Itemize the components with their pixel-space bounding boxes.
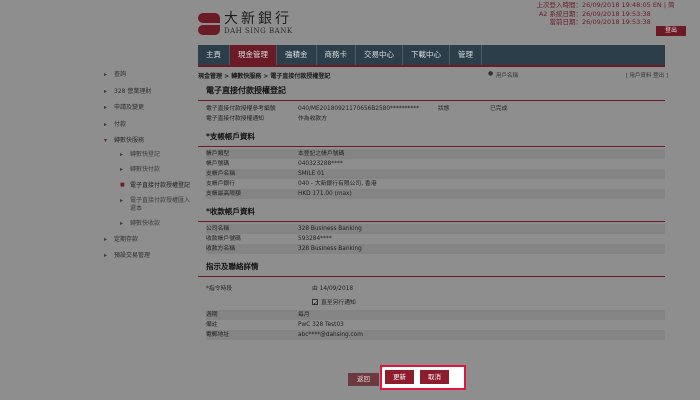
nav-download-center[interactable]: 下載中心: [403, 45, 450, 65]
reference-row: 電子直接付款授權參考編號 040/ME20180921170656B2580**…: [206, 106, 508, 112]
table-row: 電郵地址 abc****@dahsing.com: [206, 330, 665, 340]
sidebar-sub-fps-receive[interactable]: 轉數快收款: [120, 220, 194, 228]
nav-business-card[interactable]: 商務卡: [317, 45, 356, 65]
table-row: 支帳戶銀行 040 - 大新銀行有限公司, 香港: [206, 181, 377, 187]
payee-rows: 公司名稱 328 Business Banking 收款帳戶號碼 593284***…: [198, 222, 665, 254]
sidebar-sub-fps-payment[interactable]: 轉數快付款: [120, 166, 194, 174]
table-row: 支帳戶名稱 SMILE 01: [206, 169, 665, 179]
sidebar-item-time-deposit[interactable]: 定期存款: [104, 236, 194, 244]
sidebar-item-328-business[interactable]: 328 營業理財: [104, 88, 194, 96]
channel-row: 電子直接付款授權通知 作為收款方: [206, 116, 327, 122]
table-row: *指令時段由 14/09/2018: [206, 286, 354, 292]
sidebar-item-payment[interactable]: 付款: [104, 121, 194, 129]
nav-admin[interactable]: 管理: [450, 45, 482, 65]
update-button[interactable]: 更新: [385, 370, 414, 384]
nav-transaction-center[interactable]: 交易中心: [356, 45, 403, 65]
nav-divider: [198, 65, 665, 67]
table-row: 公司名稱 328 Business Banking: [206, 224, 665, 234]
sidebar-sub-edda-registration[interactable]: 電子直接付款授權登記: [120, 182, 194, 190]
sidebar-item-preset-transactions[interactable]: 預設交易管理: [104, 252, 194, 260]
sidebar-item-enquiry[interactable]: 查詢: [104, 71, 194, 79]
action-button-highlight: 更新 取消: [380, 365, 466, 390]
breadcrumb: 現金管理 > 轉數快服務 > 電子直接付款授權登記: [198, 73, 331, 80]
sidebar-item-fps[interactable]: 轉數快服務: [104, 137, 194, 145]
payer-rows: 帳戶類型 本登記之帳戶號碼 帳戶號碼 040323288**** 支帳戶名稱 SMIL…: [198, 147, 665, 199]
bank-name-cn: 大新銀行: [224, 11, 292, 27]
page: 大新銀行 DAH SING BANK 上次登入時間： A2 系統日期： 當前日期…: [0, 0, 700, 400]
sidebar: 查詢 328 營業理財 申請及變更 付款 轉數快服務 轉數快登記 轉數快付款 電…: [104, 71, 194, 269]
nav-home[interactable]: 主頁: [198, 45, 230, 65]
table-row: 支帳最高限額 HKD 171.00 (max): [206, 189, 665, 199]
cancel-button[interactable]: 取消: [420, 370, 449, 384]
table-row: 帳戶號碼 040323288****: [206, 161, 343, 167]
payer-section-title: *支帳帳戶資料: [198, 128, 665, 147]
sidebar-submenu: 轉數快登記 轉數快付款 電子直接付款授權登記 電子直接付款授權匯入還本 轉數快收…: [104, 151, 194, 228]
payee-section-title: *收款帳戶資料: [198, 203, 665, 222]
table-row: 收款帳戶號碼 593284****: [206, 236, 332, 242]
table-row: 週期 每月: [206, 310, 665, 320]
main-content: 電子直接付款授權登記 電子直接付款授權參考編號 040/ME2018092117…: [198, 82, 665, 340]
table-row: 備註 PwC 328 Test03: [206, 322, 344, 328]
page-title: 電子直接付款授權登記: [198, 82, 665, 101]
bank-logo-icon: [198, 13, 220, 35]
login-values: 26/09/2018 19:48:05 EN | 简 26/09/2018 19…: [582, 1, 675, 26]
until-further-notice-checkbox[interactable]: [312, 297, 318, 311]
main-nav: 主頁 現金管理 強積金 商務卡 交易中心 下載中心 管理: [198, 45, 665, 65]
sidebar-item-application[interactable]: 申請及變更: [104, 104, 194, 112]
bank-name-en: DAH SING BANK: [224, 27, 293, 35]
user-links[interactable]: [ 用戶資料 登出 ]: [625, 71, 668, 79]
instruction-rows: *指令時段由 14/09/2018 直至另行通知 週期每月 備註PwC 328 …: [198, 277, 665, 340]
back-button[interactable]: 返回: [348, 373, 379, 386]
status-value: 已完成: [490, 106, 508, 112]
sidebar-sub-edda-import[interactable]: 電子直接付款授權匯入還本: [120, 197, 194, 212]
user-name: 用戶名稱: [496, 73, 519, 79]
language-switch[interactable]: EN | 简: [653, 1, 675, 9]
table-row: 帳戶類型 本登記之帳戶號碼: [206, 149, 665, 159]
instruction-section-title: 指示及聯絡詳情: [198, 258, 665, 277]
nav-mpf[interactable]: 強積金: [277, 45, 317, 65]
user-icon: ●: [488, 70, 494, 77]
table-row: 直至另行通知: [206, 296, 665, 311]
login-labels: 上次登入時間： A2 系統日期： 當前日期：: [536, 1, 583, 26]
bank-logo: 大新銀行 DAH SING BANK: [198, 12, 293, 36]
sidebar-sub-fps-registration[interactable]: 轉數快登記: [120, 151, 194, 159]
nav-cash-management[interactable]: 現金管理: [230, 45, 277, 65]
table-row: 收款方名稱 328 Business Banking: [206, 244, 665, 254]
logout-button[interactable]: 登出: [656, 26, 686, 36]
